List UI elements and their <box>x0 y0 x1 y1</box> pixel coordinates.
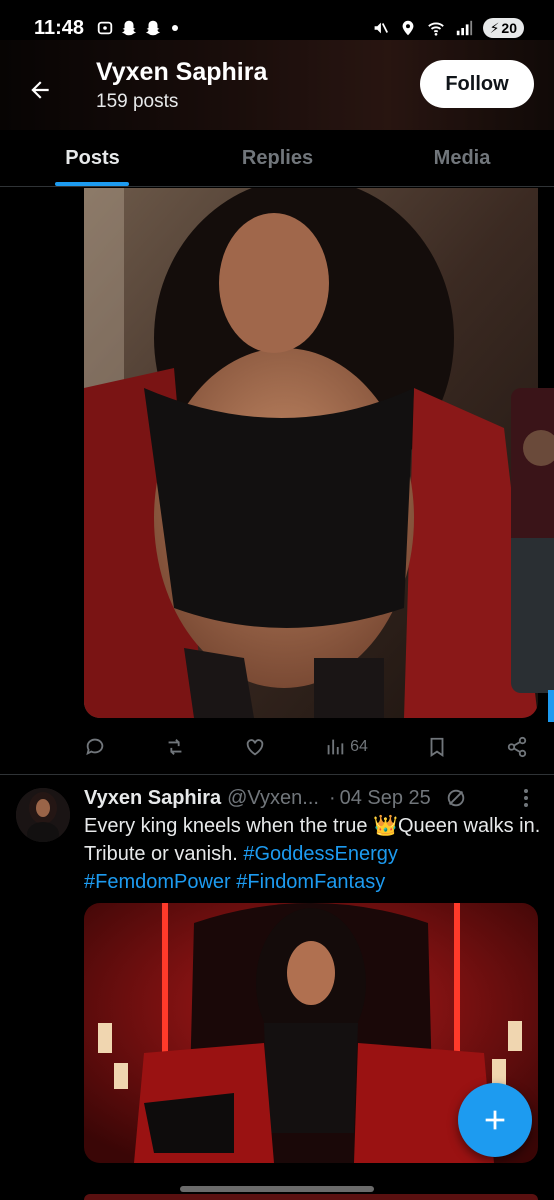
bookmark-icon <box>430 737 444 757</box>
next-post-media-peek <box>84 1194 538 1200</box>
wifi-icon <box>427 22 444 36</box>
tab-replies[interactable]: Replies <box>185 130 370 186</box>
location-icon <box>402 20 413 36</box>
tab-posts[interactable]: Posts <box>0 130 185 186</box>
avatar-image <box>16 788 70 842</box>
avatar[interactable] <box>16 788 70 842</box>
separator: · <box>328 786 336 809</box>
back-arrow-icon <box>31 81 49 99</box>
snapchat-icon <box>121 20 137 36</box>
home-indicator[interactable] <box>180 1186 374 1192</box>
hashtag-link[interactable]: #FindomFantasy <box>236 871 385 893</box>
bookmark-button[interactable] <box>426 736 448 758</box>
post-header: Vyxen Saphira @Vyxen... · 04 Sep 25 <box>84 784 544 812</box>
author-name[interactable]: Vyxen Saphira <box>84 787 221 810</box>
reply-icon <box>86 738 104 756</box>
follow-button[interactable]: Follow <box>420 60 534 108</box>
tab-media[interactable]: Media <box>370 130 554 186</box>
tab-label: Replies <box>241 146 314 169</box>
snapchat-icon <box>145 20 161 36</box>
author-handle[interactable]: @Vyxen... <box>227 787 319 810</box>
profile-tabs: Posts Replies Media <box>0 130 554 187</box>
battery-indicator: ⚡ 20 <box>482 18 524 38</box>
reply-button[interactable] <box>84 736 106 758</box>
like-button[interactable] <box>244 736 266 758</box>
more-options-icon[interactable] <box>518 786 534 810</box>
views-button[interactable]: 64 <box>324 736 368 758</box>
repost-icon <box>168 739 182 755</box>
post-date[interactable]: 04 Sep 25 <box>340 787 431 810</box>
tab-label: Posts <box>65 146 120 169</box>
signal-icon <box>456 20 472 36</box>
profile-title-block: Vyxen Saphira 159 posts <box>96 58 267 113</box>
share-icon <box>507 736 527 758</box>
post-action-bar: 64 <box>84 730 538 764</box>
compose-button[interactable] <box>458 1083 532 1157</box>
active-tab-indicator <box>55 182 129 186</box>
grok-icon[interactable] <box>445 787 467 809</box>
post-text: Every king kneels when the true 👑Queen w… <box>84 812 544 896</box>
status-bar: 11:48 ⚡ 20 <box>0 0 554 56</box>
analytics-icon <box>327 739 344 755</box>
clock: 11:48 <box>34 16 85 39</box>
repost-button[interactable] <box>164 736 186 758</box>
back-button[interactable] <box>20 70 60 110</box>
mute-icon <box>374 22 388 34</box>
heart-icon <box>246 739 264 756</box>
post-count: 159 posts <box>96 91 179 112</box>
post-media-image[interactable] <box>84 188 538 718</box>
scroll-indicator <box>548 690 554 722</box>
adjacent-media-preview[interactable] <box>511 388 554 693</box>
tab-label: Media <box>433 146 491 169</box>
preview-thumbnail <box>511 388 554 693</box>
crown-emoji: 👑 <box>373 815 398 837</box>
notification-dot <box>172 25 179 31</box>
hashtag-link[interactable]: #GoddessEnergy <box>243 843 398 865</box>
hashtag-link[interactable]: #FemdomPower <box>84 871 231 893</box>
share-button[interactable] <box>506 736 528 758</box>
plus-icon <box>485 1110 505 1130</box>
view-count: 64 <box>350 738 368 755</box>
screenshot-icon <box>97 21 113 35</box>
post-text-part: Every king kneels when the true <box>84 815 374 837</box>
post-photo <box>84 188 538 718</box>
profile-name: Vyxen Saphira <box>96 58 268 86</box>
battery-level: 20 <box>501 20 517 36</box>
post-divider <box>0 774 554 775</box>
